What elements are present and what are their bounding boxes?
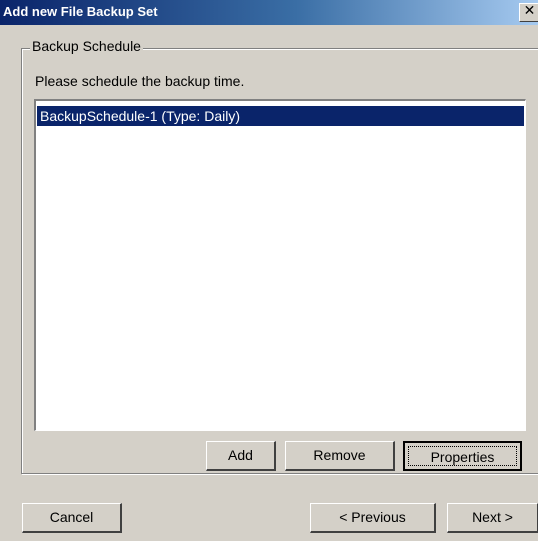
list-item-backupschedule-1[interactable]: BackupSchedule-1 (Type: Daily) [37,106,524,126]
properties-button-label: Properties [408,446,517,466]
previous-button[interactable]: < Previous [310,503,436,533]
close-button[interactable]: ✕ [519,3,538,22]
close-icon: ✕ [523,3,536,19]
window-title: Add new File Backup Set [3,4,158,19]
backup-schedule-list[interactable]: BackupSchedule-1 (Type: Daily) [34,99,526,431]
schedule-instruction: Please schedule the backup time. [35,73,245,89]
title-bar[interactable]: Add new File Backup Set ✕ [0,0,538,25]
backup-schedule-group-label: Backup Schedule [30,38,143,54]
cancel-button[interactable]: Cancel [22,503,122,533]
next-button[interactable]: Next > [447,503,538,533]
properties-button[interactable]: Properties [403,441,522,471]
add-file-backup-set-dialog: Add new File Backup Set ✕ Backup Schedul… [0,0,538,541]
remove-button[interactable]: Remove [285,441,395,471]
add-button[interactable]: Add [206,441,276,471]
